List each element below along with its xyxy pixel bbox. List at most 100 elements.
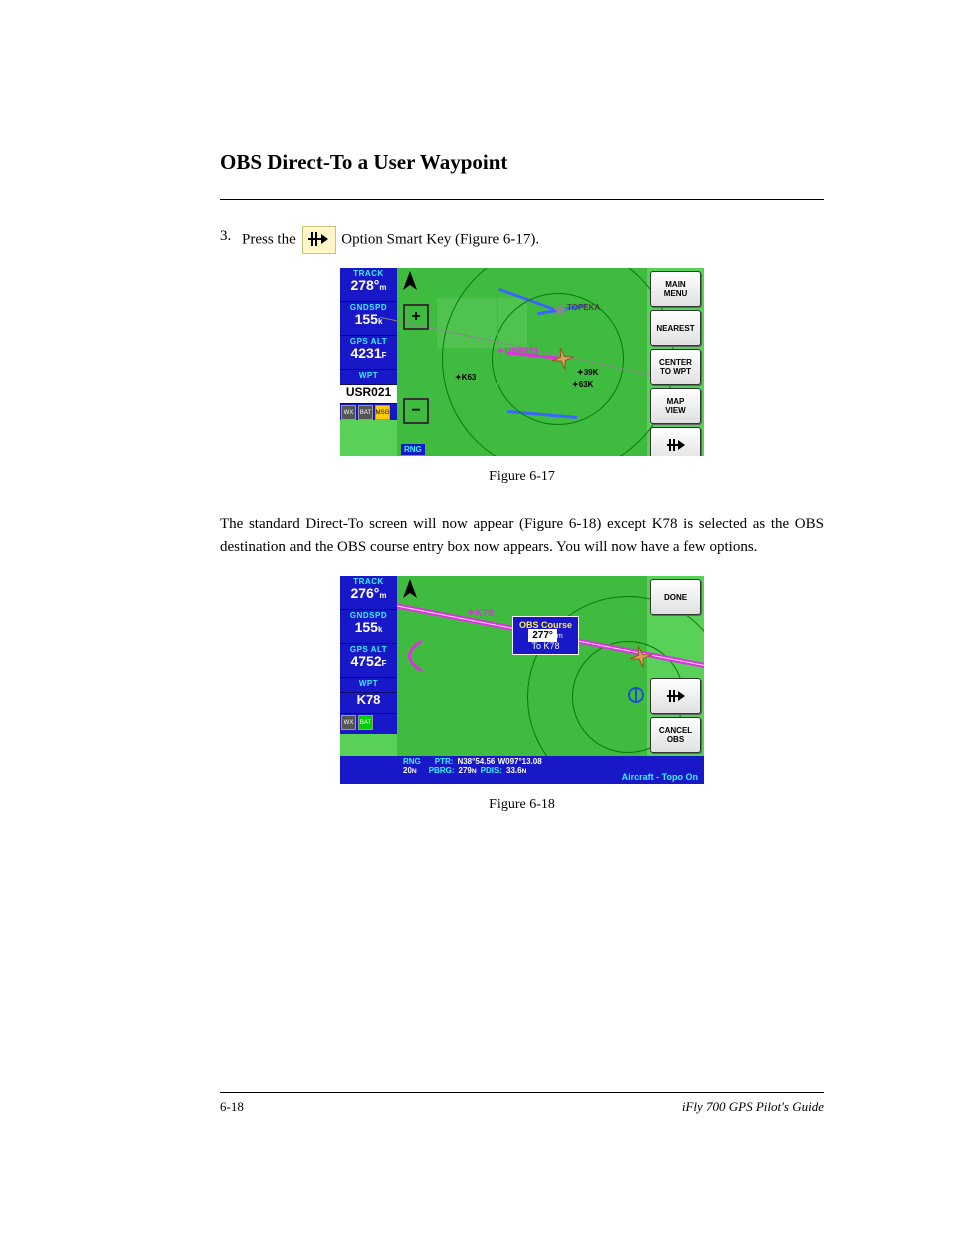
track-value: 278°m xyxy=(340,278,397,297)
step-number: 3. xyxy=(220,226,242,247)
topo-mode-label: Aircraft - Topo On xyxy=(622,772,698,782)
rng-unit: N xyxy=(412,768,417,775)
pbrg-num: 279 xyxy=(459,766,472,775)
msg-chip: MSG xyxy=(375,405,390,420)
section-rule xyxy=(220,199,824,200)
map-view-button[interactable]: MAP VIEW xyxy=(650,388,701,424)
airport-63k: ✦63K xyxy=(572,380,593,389)
wpt-header: WPT xyxy=(340,370,397,385)
aircraft-icon xyxy=(549,346,575,377)
airport-39k: ✦39K xyxy=(577,368,598,377)
status-bar-2: WX BAT xyxy=(340,714,397,734)
done-button[interactable]: DONE xyxy=(650,579,701,615)
status-bar: WX BAT MSG xyxy=(340,404,397,420)
wpt-label: WPT xyxy=(340,370,397,380)
alt-unit-2: F xyxy=(382,659,387,668)
bottom-info-bar: RNG PTR: N38°54.56 W097°13.08 20N PBRG: … xyxy=(340,756,704,784)
track-num: 278° xyxy=(350,277,379,293)
figure-1-caption: Figure 6-17 xyxy=(220,469,824,485)
direct-to-button[interactable] xyxy=(650,427,701,456)
bottom-row-1: RNG PTR: N38°54.56 W097°13.08 xyxy=(344,757,700,766)
wpt-value: USR021 xyxy=(340,385,397,401)
track-block: TRACK 278°m xyxy=(340,268,397,302)
usr-waypoint-label: USR021 xyxy=(505,346,539,356)
rng-label: RNG xyxy=(401,445,425,454)
gndspd-unit-2: k xyxy=(378,625,382,634)
track-unit-2: m xyxy=(379,591,386,600)
bat-chip: BAT xyxy=(358,405,373,420)
obs-course-box[interactable]: OBS Course 277°m To K78 xyxy=(512,616,579,655)
left-data-column-2: TRACK 276°m GNDSPD 155k GPS ALT 4752F WP… xyxy=(340,576,397,784)
ptr-value: N38°54.56 W097°13.08 xyxy=(457,757,541,766)
39k-label: 39K xyxy=(584,368,599,377)
step-text: Press the Option Smart Key (Figure 6-17)… xyxy=(242,226,824,254)
gps-panel-2: TRACK 276°m GNDSPD 155k GPS ALT 4752F WP… xyxy=(340,576,704,784)
alt-value: 4231F xyxy=(340,346,397,365)
pdis-unit: N xyxy=(522,768,527,775)
k78-label: K78 xyxy=(475,608,493,619)
wpt-value-block: USR021 xyxy=(340,385,397,404)
gps-panel-1: TRACK 278°m GNDSPD 155k GPS ALT 4231F WP… xyxy=(340,268,704,456)
main-menu-button[interactable]: MAIN MENU xyxy=(650,271,701,307)
rng-num: 20 xyxy=(403,766,412,775)
figure-6-17: TRACK 278°m GNDSPD 155k GPS ALT 4231F WP… xyxy=(220,268,824,485)
cancel-obs-button[interactable]: CANCEL OBS xyxy=(650,717,701,753)
step-text-suffix: Option Smart Key (Figure 6-17). xyxy=(341,231,539,247)
alt-block: GPS ALT 4231F xyxy=(340,336,397,370)
course-line xyxy=(397,268,647,456)
wpt-value-block-2: K78 xyxy=(340,693,397,714)
footer-rule xyxy=(220,1092,824,1093)
obs-value-row: 277°m xyxy=(519,630,572,641)
footer-row: 6-18 iFly 700 GPS Pilot's Guide xyxy=(220,1099,824,1115)
gndspd-num-2: 155 xyxy=(355,619,378,635)
wpt-value-2: K78 xyxy=(340,693,397,709)
track-unit: m xyxy=(379,283,386,292)
wx-chip-2: WX xyxy=(341,715,356,730)
ptr-label: PTR: xyxy=(435,757,454,766)
softkey-column: MAIN MENU NEAREST CENTER TO WPT MAP VIEW xyxy=(647,268,704,456)
direct-to-button-2[interactable] xyxy=(650,678,701,714)
nearest-button[interactable]: NEAREST xyxy=(650,310,701,346)
document-page: OBS Direct-To a User Waypoint 3. Press t… xyxy=(0,0,954,1235)
obs-to: To K78 xyxy=(519,641,572,651)
track-value-2: 276°m xyxy=(340,586,397,605)
alt-num-2: 4752 xyxy=(350,653,381,669)
step-text-prefix: Press the xyxy=(242,231,300,247)
63k-label: 63K xyxy=(579,380,594,389)
rng-value-2: 20N xyxy=(403,766,417,775)
paragraph-1: The standard Direct-To screen will now a… xyxy=(220,513,824,558)
alt-unit: F xyxy=(382,351,387,360)
track-block-2: TRACK 276°m xyxy=(340,576,397,610)
pdis-value: 33.6N xyxy=(506,766,526,775)
pbrg-unit: N xyxy=(472,768,477,775)
alt-num: 4231 xyxy=(350,345,381,361)
softkey-spacer xyxy=(650,618,701,675)
pbrg-value: 279N xyxy=(459,766,477,775)
compass-icon xyxy=(627,686,645,709)
figure-2-caption: Figure 6-18 xyxy=(220,797,824,813)
left-data-column: TRACK 278°m GNDSPD 155k GPS ALT 4231F WP… xyxy=(340,268,397,456)
gndspd-num: 155 xyxy=(355,311,378,327)
map-area[interactable]: + − TOPEKA ✦USR021 ✦K63 ✦39K ✦63K RNG xyxy=(397,268,647,456)
center-to-wpt-button[interactable]: CENTER TO WPT xyxy=(650,349,701,385)
airport-k63: ✦K63 xyxy=(455,373,476,382)
wpt-label-2: WPT xyxy=(340,678,397,688)
bat-chip-2: BAT xyxy=(358,715,373,730)
page-number: 6-18 xyxy=(220,1099,244,1115)
rng-label-2: RNG xyxy=(403,757,421,766)
k78-waypoint: ✦K78 xyxy=(467,608,494,619)
k63-label: K63 xyxy=(462,373,477,382)
map-area-2[interactable]: ✦K78 OBS Course 277°m To K78 xyxy=(397,576,647,756)
page-footer: 6-18 iFly 700 GPS Pilot's Guide xyxy=(220,1092,824,1115)
footer-title: iFly 700 GPS Pilot's Guide xyxy=(682,1099,824,1115)
obs-unit: m xyxy=(557,633,563,640)
softkey-column-2: DONE CANCEL OBS xyxy=(647,576,704,756)
cdi-arc xyxy=(387,636,427,676)
section-subtitle: OBS Direct-To a User Waypoint xyxy=(220,150,824,175)
step-3: 3. Press the Option Smart Key (Figure 6-… xyxy=(220,226,824,254)
pdis-num: 33.6 xyxy=(506,766,522,775)
figure-6-18: TRACK 276°m GNDSPD 155k GPS ALT 4752F WP… xyxy=(220,576,824,813)
gndspd-value: 155k xyxy=(340,312,397,331)
wx-chip: WX xyxy=(341,405,356,420)
track-num-2: 276° xyxy=(350,585,379,601)
